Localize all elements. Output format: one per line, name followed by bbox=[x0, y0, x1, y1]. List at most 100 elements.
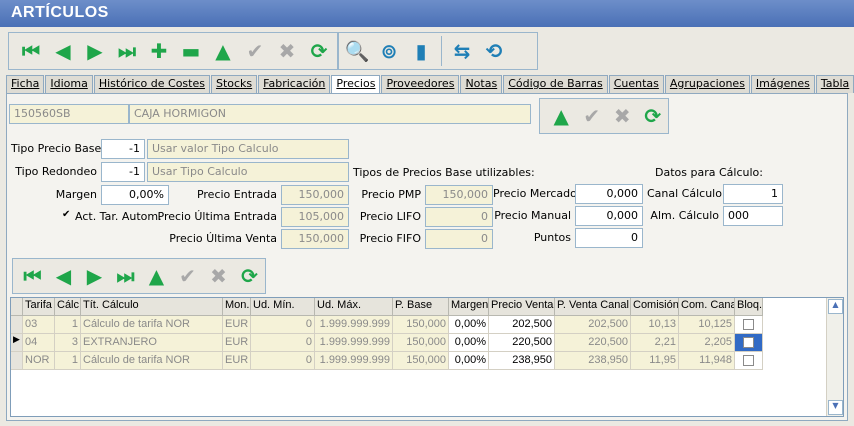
cancel-icon[interactable]: ✖ bbox=[203, 260, 234, 292]
last-icon[interactable]: ⏭ bbox=[110, 260, 141, 292]
first-icon[interactable]: ⏮ bbox=[17, 260, 48, 292]
transfer-icon[interactable]: ⇆ bbox=[446, 35, 478, 67]
table-cell[interactable]: 1.999.999.999 bbox=[315, 352, 393, 370]
tipo-precio-base-input[interactable]: -1 bbox=[101, 139, 145, 159]
exit-door-icon[interactable]: ▮ bbox=[405, 35, 437, 67]
tab-notas[interactable]: Notas bbox=[460, 75, 503, 93]
grid-scrollbar[interactable]: ▲ ▼ bbox=[826, 298, 843, 416]
table-cell[interactable]: Cálculo de tarifa NOR bbox=[81, 316, 223, 334]
bloq-checkbox[interactable] bbox=[743, 319, 754, 330]
table-cell[interactable]: Cálculo de tarifa NOR bbox=[81, 352, 223, 370]
table-cell[interactable]: EUR bbox=[223, 334, 251, 352]
tab-agrupaciones[interactable]: Agrupaciones bbox=[664, 75, 750, 93]
column-header[interactable]: Tarifa bbox=[23, 298, 55, 316]
table-cell[interactable]: 202,500 bbox=[489, 316, 555, 334]
table-cell[interactable]: 04 bbox=[23, 334, 55, 352]
sync-icon[interactable]: ⟲ bbox=[478, 35, 510, 67]
bloq-checkbox[interactable] bbox=[743, 337, 754, 348]
table-cell[interactable]: 11,948 bbox=[679, 352, 735, 370]
precio-manual-input[interactable]: 0,000 bbox=[575, 206, 643, 226]
table-cell[interactable]: 150,000 bbox=[393, 352, 449, 370]
table-cell[interactable]: 10,13 bbox=[631, 316, 679, 334]
table-cell[interactable]: 11,95 bbox=[631, 352, 679, 370]
table-row[interactable]: NOR 1 Cálculo de tarifa NOR EUR 0 1.999.999.9… bbox=[11, 352, 763, 370]
table-cell[interactable]: 1.999.999.999 bbox=[315, 316, 393, 334]
scroll-up-icon[interactable]: ▲ bbox=[828, 299, 843, 314]
column-header[interactable]: Com. Canal bbox=[679, 298, 735, 316]
edit-icon[interactable]: ▲ bbox=[141, 260, 172, 292]
table-cell[interactable]: 1 bbox=[55, 352, 81, 370]
edit-icon[interactable]: ▲ bbox=[207, 35, 239, 67]
refresh-icon[interactable]: ⟳ bbox=[638, 100, 669, 132]
refresh-icon[interactable]: ⟳ bbox=[303, 35, 335, 67]
next-icon[interactable]: ▶ bbox=[79, 35, 111, 67]
table-cell[interactable]: 1.999.999.999 bbox=[315, 334, 393, 352]
table-cell[interactable]: 10,125 bbox=[679, 316, 735, 334]
puntos-input[interactable]: 0 bbox=[575, 228, 643, 248]
search-icon[interactable]: 🔍 bbox=[341, 35, 373, 67]
table-cell[interactable]: 0 bbox=[251, 316, 315, 334]
tab-stocks[interactable]: Stocks bbox=[210, 75, 258, 93]
tab-proveedores[interactable]: Proveedores bbox=[381, 75, 460, 93]
act-tar-checkbox[interactable]: ✔ bbox=[62, 210, 73, 221]
tab-ficha[interactable]: Ficha bbox=[6, 75, 45, 93]
refresh-icon[interactable]: ⟳ bbox=[234, 260, 265, 292]
column-header[interactable]: P. Venta Canal bbox=[555, 298, 631, 316]
alm-calculo-input[interactable]: 000 bbox=[723, 206, 783, 226]
column-header[interactable]: Mon. bbox=[223, 298, 251, 316]
table-cell[interactable]: 150,000 bbox=[393, 316, 449, 334]
table-cell[interactable]: 238,950 bbox=[489, 352, 555, 370]
confirm-icon[interactable]: ✔ bbox=[577, 100, 608, 132]
add-icon[interactable]: ✚ bbox=[143, 35, 175, 67]
tipo-redondeo-input[interactable]: -1 bbox=[101, 162, 145, 182]
prev-icon[interactable]: ◀ bbox=[48, 260, 79, 292]
table-cell[interactable]: EXTRANJERO bbox=[81, 334, 223, 352]
tab-tabla[interactable]: Tabla bbox=[815, 75, 854, 93]
canal-calculo-input[interactable]: 1 bbox=[723, 184, 783, 204]
tab-idioma[interactable]: Idioma bbox=[45, 75, 93, 93]
cancel-icon[interactable]: ✖ bbox=[271, 35, 303, 67]
table-row[interactable]: ▶ 04 3 EXTRANJERO EUR 0 1.999.999.999 150,000 0,… bbox=[11, 334, 763, 352]
column-header[interactable]: Margen bbox=[449, 298, 489, 316]
table-cell[interactable]: 202,500 bbox=[555, 316, 631, 334]
tab-precios[interactable]: Precios bbox=[331, 75, 381, 94]
cancel-icon[interactable]: ✖ bbox=[607, 100, 638, 132]
tab-fabricacion[interactable]: Fabricación bbox=[258, 75, 331, 93]
table-cell[interactable]: 220,500 bbox=[555, 334, 631, 352]
confirm-icon[interactable]: ✔ bbox=[172, 260, 203, 292]
precio-mercado-input[interactable]: 0,000 bbox=[575, 184, 643, 204]
column-header[interactable]: Precio Venta bbox=[489, 298, 555, 316]
table-cell[interactable]: 03 bbox=[23, 316, 55, 334]
table-row[interactable]: 03 1 Cálculo de tarifa NOR EUR 0 1.999.999.99… bbox=[11, 316, 763, 334]
tab-imagenes[interactable]: Imágenes bbox=[750, 75, 815, 93]
column-header[interactable]: Comisión bbox=[631, 298, 679, 316]
table-cell[interactable]: 1 bbox=[55, 316, 81, 334]
edit-icon[interactable]: ▲ bbox=[546, 100, 577, 132]
column-header[interactable]: Bloq. bbox=[735, 298, 763, 316]
table-cell[interactable]: 0,00% bbox=[449, 352, 489, 370]
scroll-down-icon[interactable]: ▼ bbox=[828, 400, 843, 415]
column-header[interactable]: Ud. Mín. bbox=[251, 298, 315, 316]
prev-icon[interactable]: ◀ bbox=[47, 35, 79, 67]
tab-historico-de-costes[interactable]: Histórico de Costes bbox=[93, 75, 210, 93]
table-cell[interactable]: NOR bbox=[23, 352, 55, 370]
column-header[interactable]: P. Base bbox=[393, 298, 449, 316]
tab-cuentas[interactable]: Cuentas bbox=[608, 75, 664, 93]
column-header[interactable]: Ud. Máx. bbox=[315, 298, 393, 316]
confirm-icon[interactable]: ✔ bbox=[239, 35, 271, 67]
margen-input[interactable]: 0,00% bbox=[101, 185, 169, 205]
table-cell[interactable]: 0,00% bbox=[449, 316, 489, 334]
first-icon[interactable]: ⏮ bbox=[15, 35, 47, 67]
tab-codigo-de-barras[interactable]: Código de Barras bbox=[503, 75, 608, 93]
table-cell[interactable]: 150,000 bbox=[393, 334, 449, 352]
table-cell[interactable]: 2,21 bbox=[631, 334, 679, 352]
table-cell[interactable]: 0,00% bbox=[449, 334, 489, 352]
table-cell[interactable]: 0 bbox=[251, 334, 315, 352]
signal-icon[interactable]: ⊚ bbox=[373, 35, 405, 67]
table-cell[interactable]: 2,205 bbox=[679, 334, 735, 352]
last-icon[interactable]: ⏭ bbox=[111, 35, 143, 67]
bloq-checkbox[interactable] bbox=[743, 355, 754, 366]
column-header[interactable]: Tít. Cálculo bbox=[81, 298, 223, 316]
table-cell[interactable]: EUR bbox=[223, 316, 251, 334]
delete-icon[interactable]: ▬ bbox=[175, 35, 207, 67]
